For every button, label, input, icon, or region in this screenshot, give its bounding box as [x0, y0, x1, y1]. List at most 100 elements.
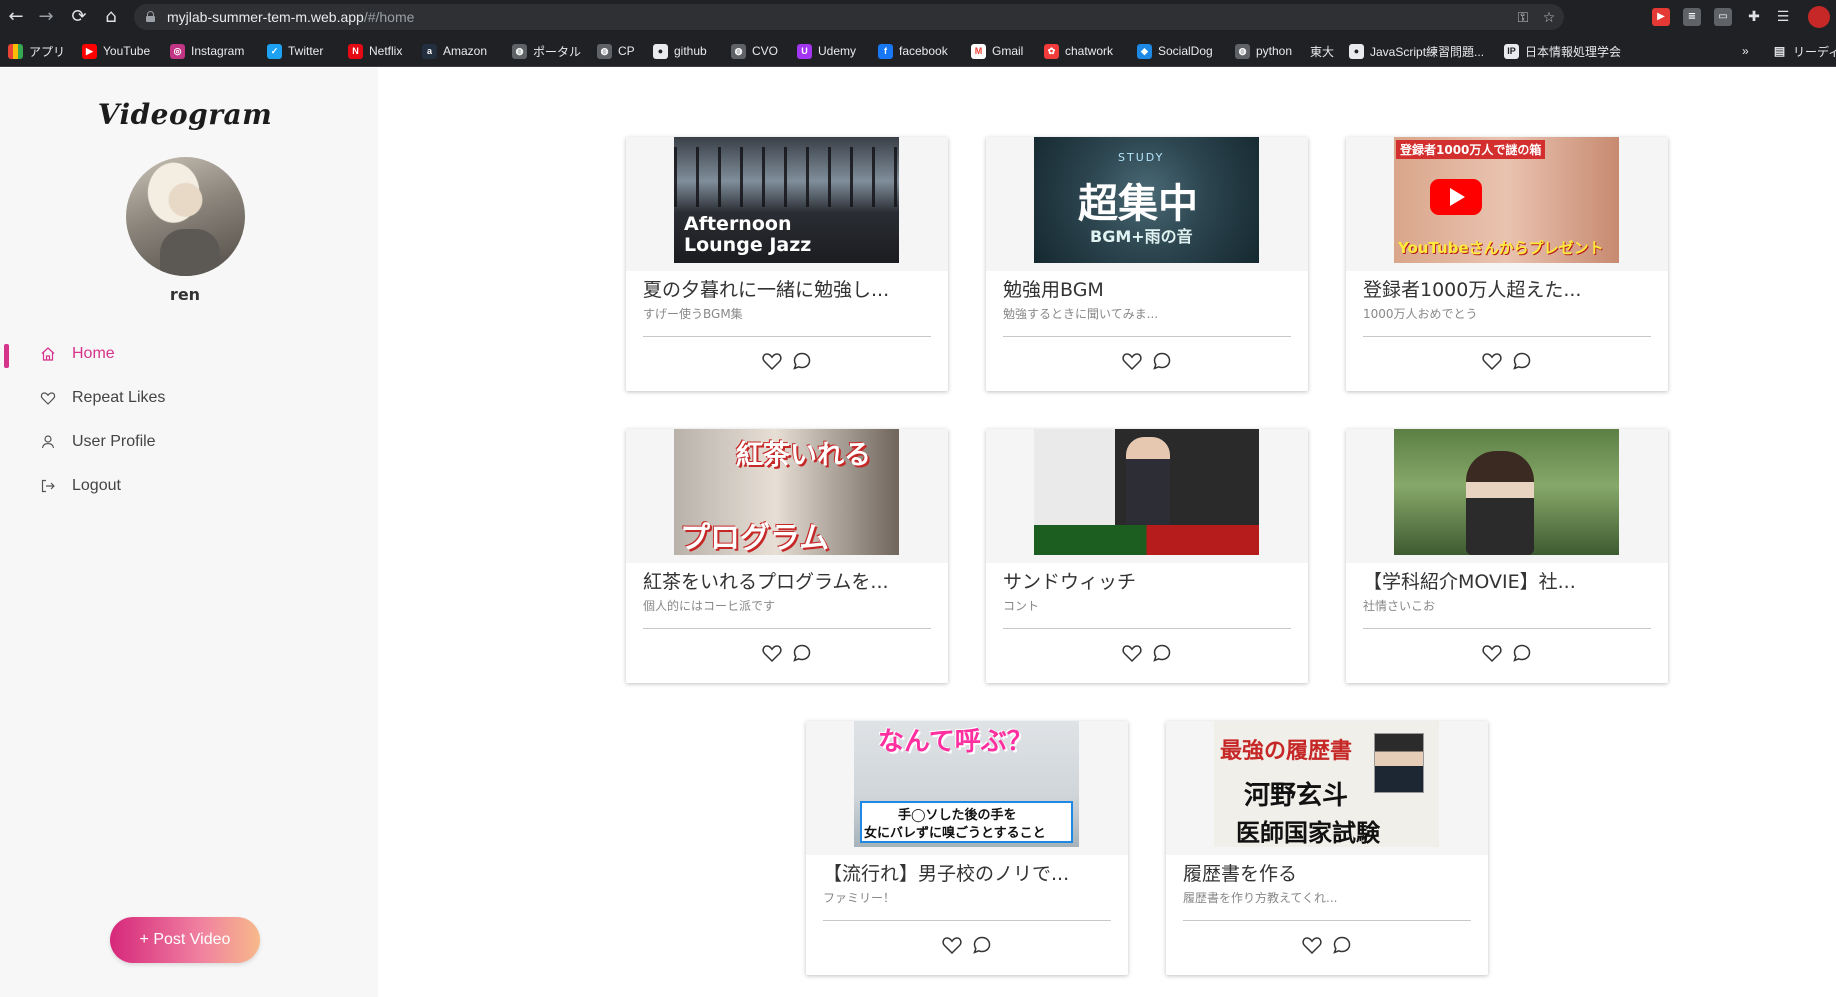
video-card[interactable]: 最強の履歴書 河野玄斗 医師国家試験 履歴書を作る 履歴書を作り方教えてくれ..… — [1166, 721, 1488, 975]
video-thumbnail[interactable]: なんて呼ぶ？ 手◯ソした後の手を 女にバレずに嗅ごうとすること — [854, 721, 1079, 847]
bookmark-python[interactable]: ◍ python — [1235, 42, 1292, 60]
like-heart-icon[interactable] — [1120, 641, 1144, 665]
bookmarks-more-button[interactable]: » — [1742, 42, 1749, 60]
video-thumbnail[interactable]: 最強の履歴書 河野玄斗 医師国家試験 — [1214, 721, 1439, 847]
forward-arrow-icon[interactable]: → — [34, 5, 58, 29]
user-avatar[interactable] — [126, 157, 245, 276]
comment-bubble-icon[interactable] — [1510, 641, 1534, 665]
extensions-puzzle-icon[interactable]: ✚ — [1745, 8, 1763, 26]
bookmark-youtube[interactable]: ▶ YouTube — [82, 42, 150, 60]
like-heart-icon[interactable] — [760, 349, 784, 373]
video-card[interactable]: 紅茶いれる プログラム 紅茶をいれるプログラムを... 個人的にはコーヒ派です — [626, 429, 948, 683]
video-title[interactable]: 【学科紹介MOVIE】社... — [1363, 567, 1653, 594]
comment-bubble-icon[interactable] — [790, 349, 814, 373]
nav-item-home[interactable]: Home — [38, 339, 115, 369]
browser-profile-avatar[interactable] — [1808, 6, 1830, 28]
thumbnail-caption: 医師国家試験 — [1236, 818, 1380, 847]
bookmark-socialdog[interactable]: ◆ SocialDog — [1137, 42, 1213, 60]
bookmark-netflix[interactable]: N Netflix — [348, 42, 402, 60]
video-title[interactable]: 勉強用BGM — [1003, 275, 1293, 302]
thumbnail-caption: BGM+雨の音 — [1090, 227, 1193, 246]
video-thumbnail[interactable]: 紅茶いれる プログラム — [674, 429, 899, 555]
video-card[interactable]: 登録者1000万人で謎の箱 YouTubeさんからプレゼント 登録者1000万人… — [1346, 137, 1668, 391]
address-bar[interactable]: myjlab-summer-tem-m.web.app/#/home ⚿ ☆ — [134, 4, 1564, 30]
youtube-icon: ▶ — [82, 43, 97, 59]
bookmark-amazon[interactable]: a Amazon — [422, 42, 487, 60]
video-title[interactable]: 登録者1000万人超えた... — [1363, 275, 1653, 302]
video-thumbnail[interactable] — [1394, 429, 1619, 555]
star-icon[interactable]: ☆ — [1540, 9, 1558, 27]
video-description: すげー使うBGM集 — [643, 307, 743, 321]
bookmark-ipsj[interactable]: IP 日本情報処理学会 — [1504, 42, 1621, 60]
video-card[interactable]: Afternoon Lounge Jazz 夏の夕暮れに一緒に勉強し... すげ… — [626, 137, 948, 391]
video-thumbnail[interactable]: Afternoon Lounge Jazz — [674, 137, 899, 263]
bookmark-gmail[interactable]: M Gmail — [971, 42, 1023, 60]
media-queue-icon[interactable]: ☰ — [1774, 8, 1792, 26]
extension-doc-icon[interactable]: ≡ — [1683, 8, 1701, 26]
comment-bubble-icon[interactable] — [1510, 349, 1534, 373]
bookmark-apps[interactable]: アプリ — [8, 42, 65, 60]
like-heart-icon[interactable] — [940, 933, 964, 957]
bookmark-todai[interactable]: 東大 — [1310, 42, 1334, 60]
home-icon — [38, 344, 58, 364]
video-card[interactable]: 【学科紹介MOVIE】社... 社情さいこお — [1346, 429, 1668, 683]
video-card[interactable]: サンドウィッチ コント — [986, 429, 1308, 683]
bookmark-github[interactable]: ● github — [653, 42, 707, 60]
extension-red-icon[interactable]: ▶ — [1652, 8, 1670, 26]
chatwork-icon: ✿ — [1044, 43, 1059, 59]
key-icon[interactable]: ⚿ — [1514, 9, 1532, 27]
post-video-button[interactable]: + Post Video — [110, 917, 260, 963]
active-indicator — [4, 344, 9, 368]
like-heart-icon[interactable] — [1480, 641, 1504, 665]
video-card[interactable]: STUDY 超集中 BGM+雨の音 勉強用BGM 勉強するときに聞いてみま... — [986, 137, 1308, 391]
thumbnail-caption: 最強の履歴書 — [1220, 738, 1353, 764]
twitter-icon: ✓ — [267, 43, 282, 59]
bookmark-portal[interactable]: ◍ ポータル — [512, 42, 581, 60]
comment-bubble-icon[interactable] — [1150, 349, 1174, 373]
video-title[interactable]: 【流行れ】男子校のノリで... — [823, 859, 1113, 886]
reading-list-button[interactable]: ▤ リーディ — [1772, 42, 1836, 60]
comment-bubble-icon[interactable] — [1150, 641, 1174, 665]
bookmark-facebook[interactable]: f facebook — [878, 42, 948, 60]
person-figure — [1126, 437, 1170, 537]
comment-bubble-icon[interactable] — [970, 933, 994, 957]
nav-item-logout[interactable]: Logout — [38, 471, 121, 501]
like-heart-icon[interactable] — [1120, 349, 1144, 373]
bookmark-chatwork[interactable]: ✿ chatwork — [1044, 42, 1113, 60]
reload-icon[interactable]: ⟳ — [67, 5, 91, 29]
video-thumbnail[interactable]: 登録者1000万人で謎の箱 YouTubeさんからプレゼント — [1394, 137, 1619, 263]
thumbnail-area: 最強の履歴書 河野玄斗 医師国家試験 — [1166, 721, 1488, 855]
video-title[interactable]: サンドウィッチ — [1003, 567, 1293, 594]
like-heart-icon[interactable] — [1300, 933, 1324, 957]
video-card[interactable]: なんて呼ぶ？ 手◯ソした後の手を 女にバレずに嗅ごうとすること 【流行れ】男子校… — [806, 721, 1128, 975]
bookmark-cp[interactable]: ◍ CP — [597, 42, 635, 60]
like-heart-icon[interactable] — [1480, 349, 1504, 373]
bookmark-instagram[interactable]: ◎ Instagram — [170, 42, 244, 60]
bookmark-udemy[interactable]: U Udemy — [797, 42, 856, 60]
extension-box-icon[interactable]: ▭ — [1714, 8, 1732, 26]
user-icon — [38, 432, 58, 452]
comment-bubble-icon[interactable] — [790, 641, 814, 665]
video-title[interactable]: 履歴書を作る — [1183, 859, 1473, 886]
comment-bubble-icon[interactable] — [1330, 933, 1354, 957]
nav-item-repeat-likes[interactable]: Repeat Likes — [38, 383, 165, 413]
url-text[interactable]: myjlab-summer-tem-m.web.app/#/home — [167, 8, 414, 26]
bookmark-twitter[interactable]: ✓ Twitter — [267, 42, 323, 60]
app-logo[interactable]: Videogram — [0, 98, 370, 131]
thumbnail-area: なんて呼ぶ？ 手◯ソした後の手を 女にバレずに嗅ごうとすること — [806, 721, 1128, 855]
nav-label: Home — [72, 345, 115, 362]
video-thumbnail[interactable]: STUDY 超集中 BGM+雨の音 — [1034, 137, 1259, 263]
lock-icon — [146, 11, 155, 22]
nav-item-user-profile[interactable]: User Profile — [38, 427, 156, 457]
like-heart-icon[interactable] — [760, 641, 784, 665]
video-title[interactable]: 夏の夕暮れに一緒に勉強し... — [643, 275, 933, 302]
thumbnail-area: 登録者1000万人で謎の箱 YouTubeさんからプレゼント — [1346, 137, 1668, 271]
home-browser-icon[interactable]: ⌂ — [99, 5, 123, 29]
ipsj-icon: IP — [1504, 43, 1519, 59]
video-title[interactable]: 紅茶をいれるプログラムを... — [643, 567, 933, 594]
bookmark-cvo[interactable]: ◍ CVO — [731, 42, 778, 60]
bookmark-javascript[interactable]: ● JavaScript練習問題... — [1349, 42, 1484, 60]
back-arrow-icon[interactable]: ← — [4, 5, 28, 29]
video-thumbnail[interactable] — [1034, 429, 1259, 555]
card-divider — [643, 628, 931, 629]
